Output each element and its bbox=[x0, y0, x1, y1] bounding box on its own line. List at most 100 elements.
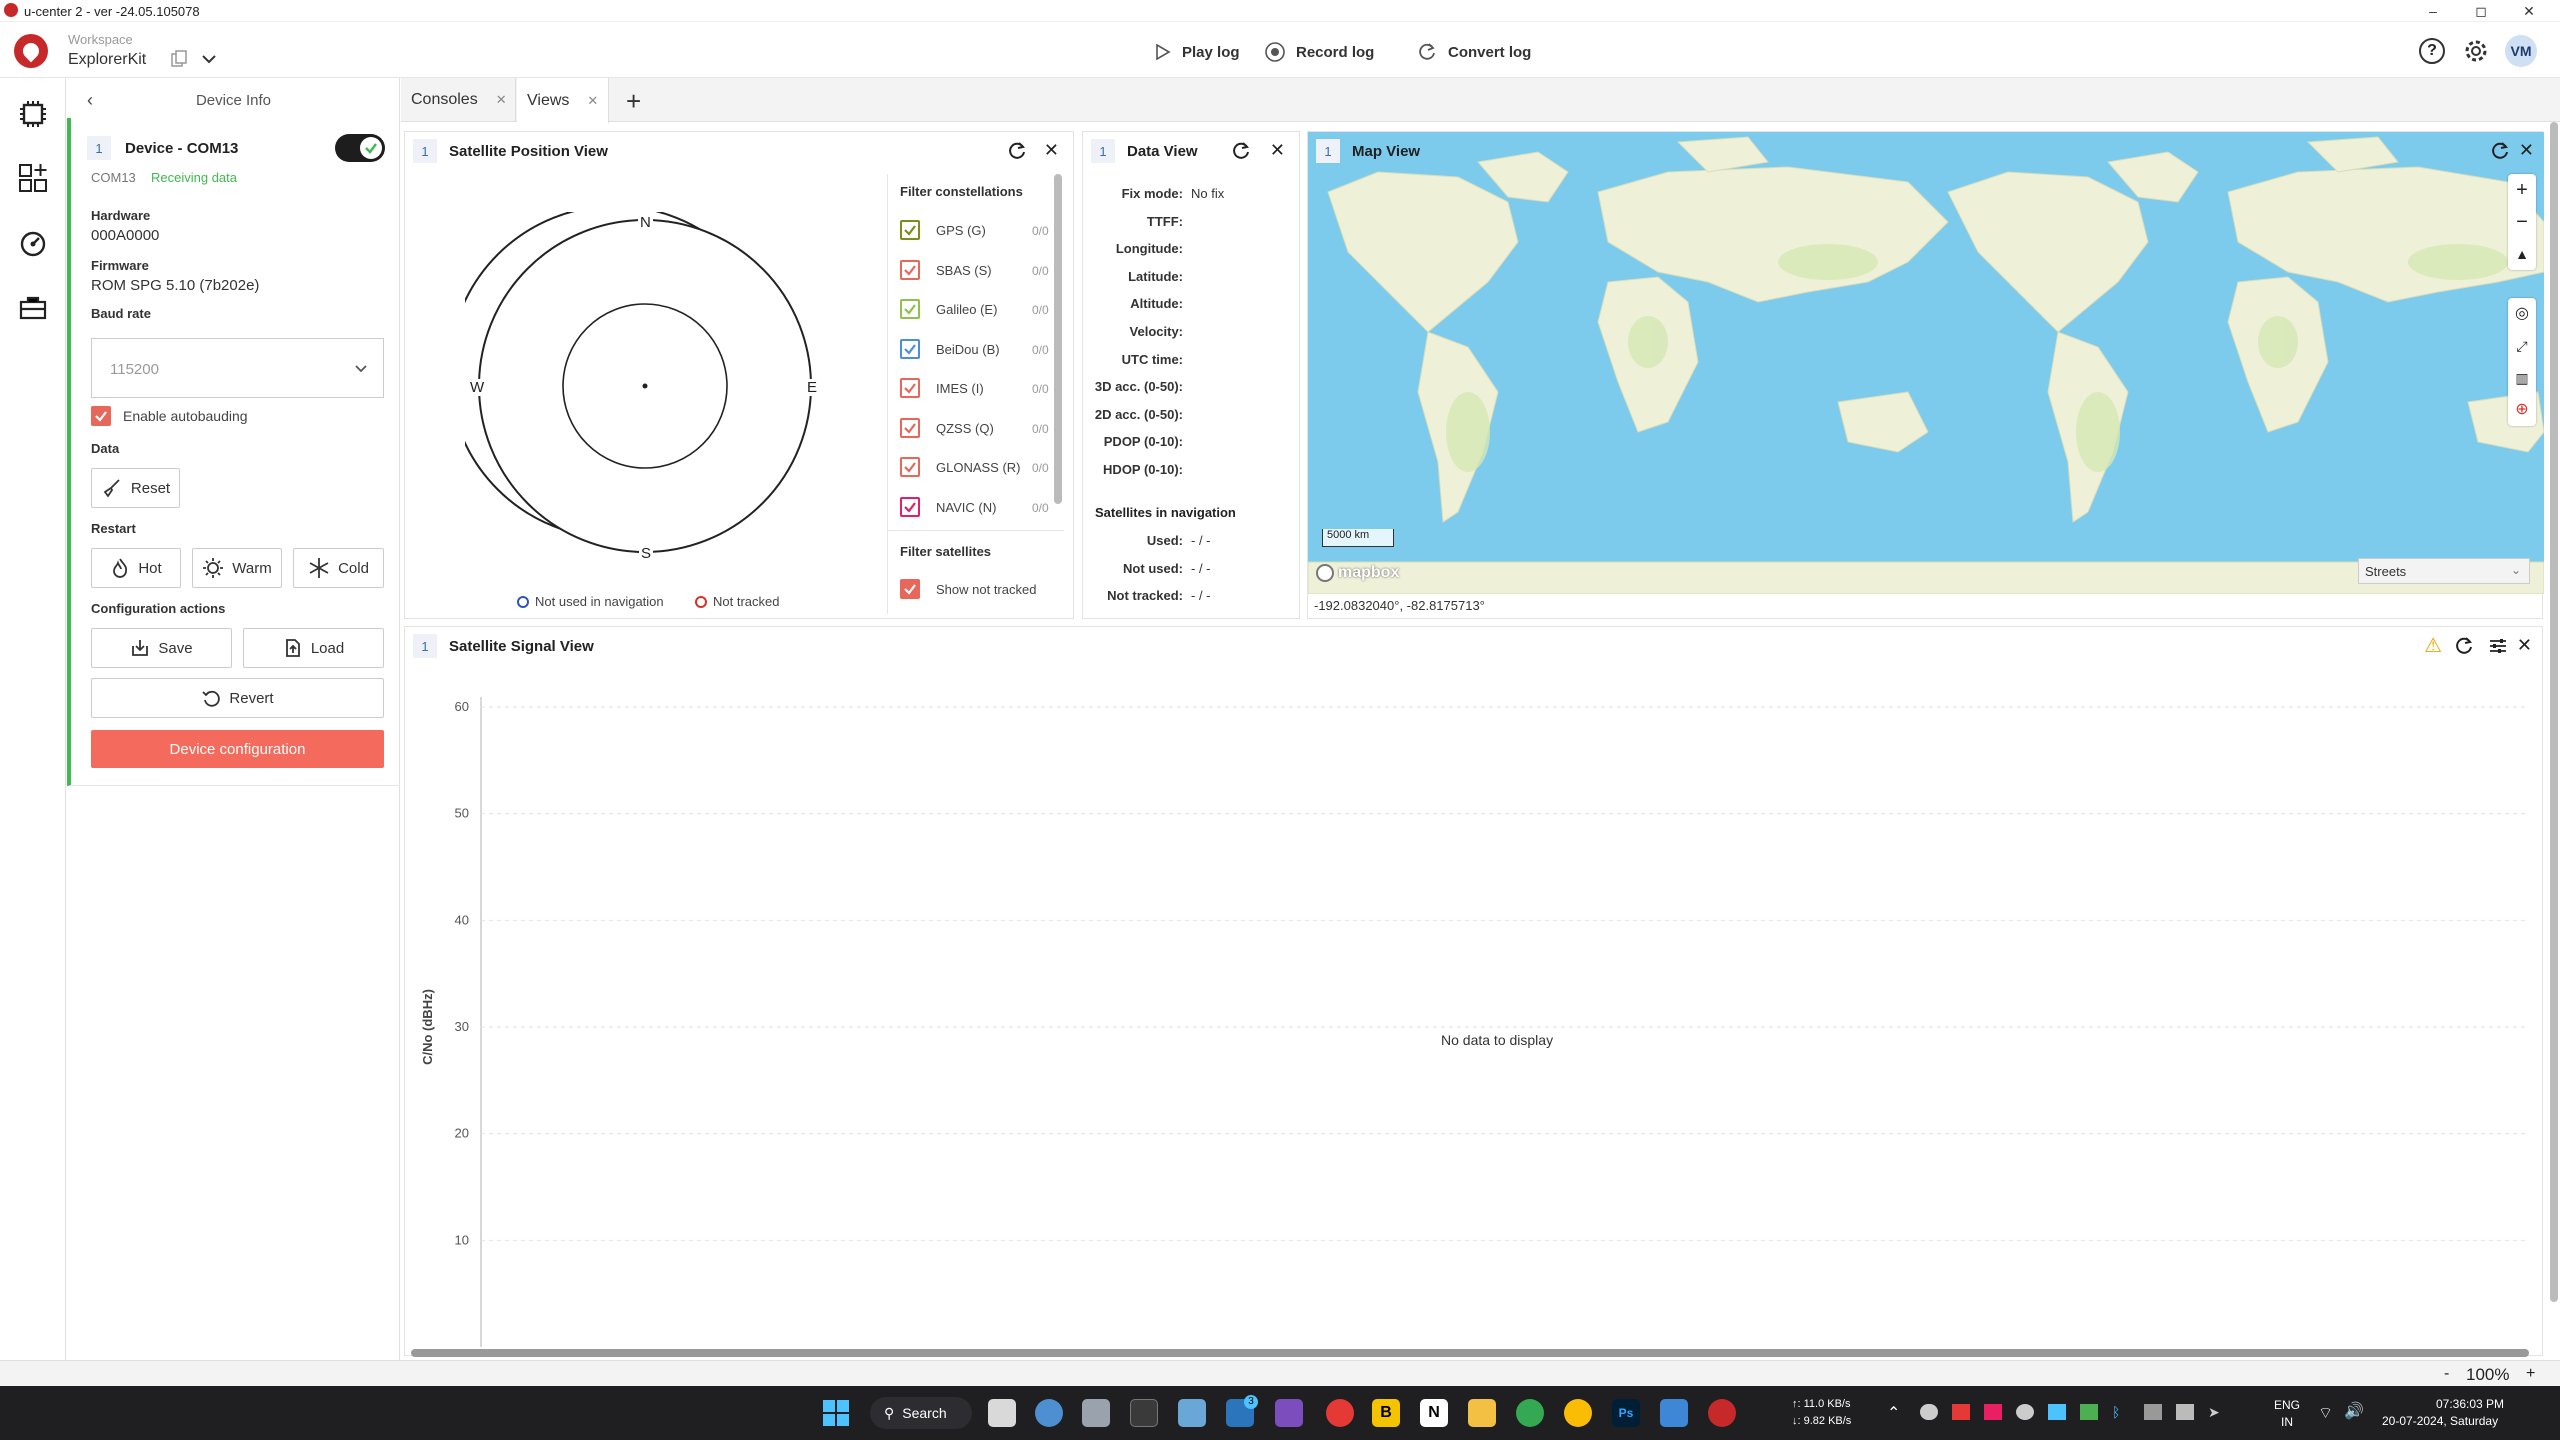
app-icon[interactable] bbox=[1082, 1399, 1110, 1427]
steam-tray-icon[interactable] bbox=[2016, 1404, 2034, 1420]
refresh-icon[interactable] bbox=[1007, 141, 1027, 161]
device-chip-icon[interactable] bbox=[15, 96, 51, 132]
steam-app-icon[interactable]: 3 bbox=[1226, 1395, 1258, 1427]
show-not-tracked-checkbox[interactable] bbox=[900, 579, 920, 599]
refresh-icon[interactable] bbox=[1231, 141, 1251, 161]
constellation-checkbox[interactable] bbox=[900, 338, 920, 359]
widgets-add-icon[interactable] bbox=[15, 160, 51, 196]
warm-restart-button[interactable]: Warm bbox=[192, 548, 282, 588]
close-tab-icon[interactable]: ✕ bbox=[587, 93, 598, 109]
constellation-checkbox[interactable] bbox=[900, 259, 920, 280]
workspace-chevron-down-icon[interactable] bbox=[200, 50, 218, 68]
map-canvas[interactable]: ✕ + − ▲ ◎ ⤢ ▥ ⊕ 5000 km mapbox Streets ⌄… bbox=[1308, 132, 2544, 594]
route-icon[interactable]: ⤢ bbox=[2508, 330, 2536, 362]
save-config-button[interactable]: Save bbox=[91, 628, 232, 668]
send-icon[interactable]: ➤ bbox=[2208, 1404, 2226, 1420]
map-style-select[interactable]: Streets ⌄ bbox=[2358, 558, 2530, 584]
target-icon[interactable]: ⊕ bbox=[2508, 394, 2536, 426]
settings-gear-icon[interactable] bbox=[2462, 37, 2490, 65]
task-view-icon[interactable] bbox=[988, 1399, 1016, 1427]
onedrive-icon[interactable] bbox=[1920, 1404, 1938, 1420]
clock-time[interactable]: 07:36:03 PM bbox=[2436, 1397, 2504, 1411]
warning-icon[interactable]: ⚠ bbox=[2424, 633, 2442, 658]
gauge-icon[interactable] bbox=[15, 226, 51, 262]
constellation-checkbox[interactable] bbox=[900, 417, 920, 438]
device-connect-toggle[interactable] bbox=[335, 134, 385, 162]
baud-rate-select[interactable]: 115200 bbox=[91, 338, 384, 398]
revert-config-button[interactable]: Revert bbox=[91, 678, 384, 718]
volume-icon[interactable]: 🔊 bbox=[2344, 1401, 2364, 1421]
network-wifi-icon[interactable]: ⌔ bbox=[2318, 1403, 2333, 1423]
load-config-button[interactable]: Load bbox=[243, 628, 384, 668]
bluetooth-icon[interactable]: ᛒ bbox=[2112, 1404, 2130, 1420]
filter-scrollbar[interactable] bbox=[1054, 174, 1062, 504]
signal-hscrollbar[interactable] bbox=[411, 1349, 2529, 1357]
tray-app-icon[interactable] bbox=[2144, 1404, 2162, 1420]
chrome-icon[interactable] bbox=[1516, 1399, 1544, 1427]
zoom-in-button[interactable]: + bbox=[2508, 174, 2536, 206]
close-panel-icon[interactable]: ✕ bbox=[1044, 140, 1059, 161]
constellation-checkbox[interactable] bbox=[900, 457, 920, 477]
b-app-icon[interactable]: B bbox=[1372, 1399, 1400, 1427]
taskbar-search[interactable]: ⚲ Search bbox=[870, 1397, 972, 1429]
map-refresh-icon[interactable] bbox=[2490, 141, 2510, 161]
tab-views[interactable]: Views ✕ bbox=[517, 78, 609, 123]
close-panel-icon[interactable]: ✕ bbox=[2519, 140, 2534, 161]
compass-reset-icon[interactable]: ▲ bbox=[2508, 238, 2536, 270]
zoom-in-button[interactable]: + bbox=[2526, 1365, 2535, 1383]
tray-app-icon[interactable] bbox=[2048, 1404, 2066, 1420]
buildings-icon[interactable]: ▥ bbox=[2508, 362, 2536, 394]
hot-restart-button[interactable]: Hot bbox=[91, 548, 181, 588]
workspace-copy-icon[interactable] bbox=[170, 50, 188, 68]
zoom-out-button[interactable]: - bbox=[2444, 1365, 2449, 1383]
constellation-checkbox[interactable] bbox=[900, 299, 920, 319]
photoshop-icon[interactable]: Ps bbox=[1612, 1399, 1640, 1427]
restore-button[interactable]: ◻ bbox=[2458, 0, 2504, 22]
minimize-button[interactable]: – bbox=[2410, 0, 2456, 22]
refresh-icon[interactable] bbox=[2454, 636, 2474, 656]
add-tab-icon[interactable]: + bbox=[626, 86, 641, 117]
terminal-icon[interactable] bbox=[1130, 1399, 1158, 1427]
close-panel-icon[interactable]: ✕ bbox=[2517, 635, 2532, 656]
tray-app-icon[interactable] bbox=[1952, 1404, 1970, 1420]
cold-restart-button[interactable]: Cold bbox=[293, 548, 384, 588]
device-configuration-button[interactable]: Device configuration bbox=[91, 730, 384, 768]
tray-app-icon[interactable] bbox=[1984, 1404, 2002, 1420]
photos-icon[interactable] bbox=[1178, 1399, 1206, 1427]
file-explorer-icon[interactable] bbox=[1468, 1399, 1496, 1427]
workspace-name[interactable]: ExplorerKit bbox=[68, 51, 146, 69]
clock-date[interactable]: 20-07-2024, Saturday bbox=[2382, 1414, 2498, 1428]
tray-app-icon[interactable] bbox=[2080, 1404, 2098, 1420]
settings-app-icon[interactable] bbox=[1035, 1399, 1063, 1427]
zoom-out-button[interactable]: − bbox=[2508, 206, 2536, 238]
settings-sliders-icon[interactable] bbox=[2488, 636, 2508, 656]
youtube-music-icon[interactable] bbox=[1326, 1399, 1354, 1427]
convert-log-button[interactable]: Convert log bbox=[1416, 38, 1531, 66]
constellation-checkbox[interactable] bbox=[900, 496, 920, 517]
locate-icon[interactable]: ◎ bbox=[2508, 298, 2536, 330]
close-window-button[interactable]: ✕ bbox=[2506, 0, 2552, 22]
toolbox-icon[interactable] bbox=[15, 290, 51, 326]
autobaud-checkbox[interactable] bbox=[91, 406, 111, 426]
notion-icon[interactable]: N bbox=[1420, 1399, 1448, 1427]
u-center-taskbar-icon[interactable] bbox=[1708, 1399, 1736, 1427]
windows-start-icon[interactable] bbox=[823, 1400, 849, 1426]
tab-consoles[interactable]: Consoles ✕ bbox=[401, 78, 516, 122]
reset-button[interactable]: Reset bbox=[91, 468, 180, 508]
user-avatar[interactable]: VM bbox=[2505, 35, 2537, 67]
constellation-checkbox[interactable] bbox=[900, 220, 920, 240]
play-log-button[interactable]: Play log bbox=[1152, 38, 1240, 66]
page-vscrollbar[interactable] bbox=[2550, 122, 2558, 1302]
record-log-button[interactable]: Record log bbox=[1264, 38, 1374, 66]
chrome-profile-icon[interactable] bbox=[1564, 1399, 1592, 1427]
help-icon[interactable]: ? bbox=[2419, 38, 2445, 64]
obsidian-icon[interactable] bbox=[1275, 1399, 1303, 1427]
input-language[interactable]: ENG bbox=[2274, 1398, 2300, 1412]
close-tab-icon[interactable]: ✕ bbox=[496, 92, 507, 108]
tray-chevron-up-icon[interactable]: ⌃ bbox=[1887, 1403, 1900, 1423]
usb-icon[interactable] bbox=[2176, 1404, 2194, 1420]
app-window-icon[interactable] bbox=[1660, 1399, 1688, 1427]
close-panel-icon[interactable]: ✕ bbox=[1270, 140, 1285, 161]
constellation-checkbox[interactable] bbox=[900, 378, 920, 398]
revert-icon bbox=[202, 690, 221, 707]
